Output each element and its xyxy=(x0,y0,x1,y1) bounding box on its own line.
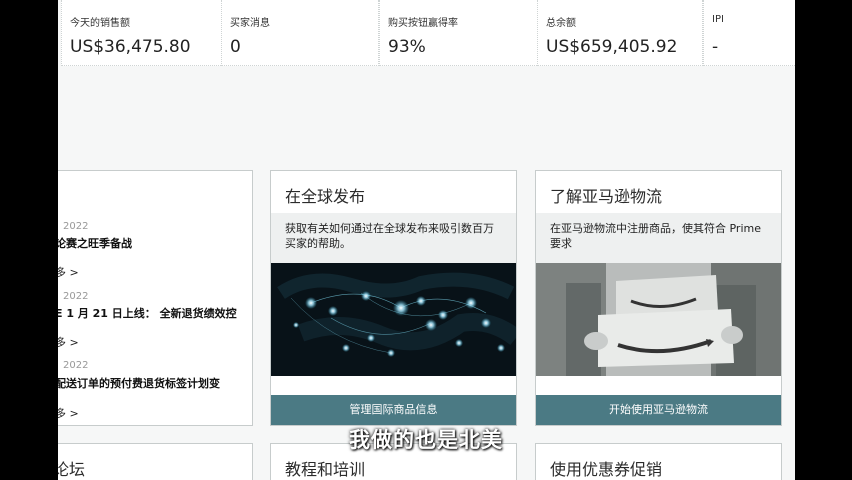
metric-total-balance[interactable]: 总余额 US$659,405.92 xyxy=(537,0,703,66)
card-title: 在全球发布 xyxy=(285,187,366,206)
metric-label: 今天的销售额 xyxy=(70,18,130,29)
metric-buy-box-rate[interactable]: 购买按钮赢得率 93% xyxy=(379,0,539,66)
metric-sales-today[interactable]: 今天的销售额 US$36,475.80 xyxy=(61,0,223,66)
news-title[interactable]: 论赛之旺季备战 xyxy=(58,235,132,251)
global-selling-card: 在全球发布 获取有关如何通过在全球发布来吸引数百万买家的帮助。 管理国际商品信息 xyxy=(270,170,517,426)
metric-ipi[interactable]: IPI - xyxy=(703,0,795,66)
news-title[interactable]: E 1 月 21 日上线： 全新退货绩效控 xyxy=(58,305,237,321)
card-title: 论坛 xyxy=(58,460,86,479)
news-more-link[interactable]: 多 > xyxy=(58,334,79,350)
news-card: 2022 论赛之旺季备战 多 > 2022 E 1 月 21 日上线： 全新退货… xyxy=(58,170,253,426)
card-title: 使用优惠券促销 xyxy=(550,460,663,479)
card-title: 教程和培训 xyxy=(285,460,366,479)
seller-central-page: 今天的销售额 US$36,475.80 买家消息 0 购买按钮赢得率 93% 总… xyxy=(58,0,795,480)
metric-value: - xyxy=(712,37,719,57)
metric-label: IPI xyxy=(712,14,724,25)
video-frame: 今天的销售额 US$36,475.80 买家消息 0 购买按钮赢得率 93% 总… xyxy=(0,0,852,480)
news-more-link[interactable]: 多 > xyxy=(58,264,79,280)
news-date: 2022 xyxy=(63,291,89,302)
manage-international-listings-button[interactable]: 管理国际商品信息 xyxy=(271,395,516,425)
metric-value: 93% xyxy=(388,37,426,57)
world-map-image xyxy=(271,263,516,376)
metric-value: US$659,405.92 xyxy=(546,37,678,57)
metric-buyer-messages[interactable]: 买家消息 0 xyxy=(221,0,379,66)
start-fba-button[interactable]: 开始使用亚马逊物流 xyxy=(536,395,781,425)
news-date: 2022 xyxy=(63,360,89,371)
metrics-bar: 今天的销售额 US$36,475.80 买家消息 0 购买按钮赢得率 93% 总… xyxy=(58,0,795,68)
amazon-boxes-image xyxy=(536,263,781,376)
metric-label: 购买按钮赢得率 xyxy=(388,18,458,29)
news-title[interactable]: 配送订单的预付费退货标签计划变 xyxy=(58,375,220,391)
card-description: 在亚马逊物流中注册商品，使其符合 Prime 要求 xyxy=(536,213,781,263)
metric-label: 买家消息 xyxy=(230,18,270,29)
card-title: 了解亚马逊物流 xyxy=(550,187,663,206)
metric-value: US$36,475.80 xyxy=(70,37,191,57)
news-date: 2022 xyxy=(63,221,89,232)
metric-label: 总余额 xyxy=(546,18,576,29)
news-more-link[interactable]: 多 > xyxy=(58,405,79,421)
video-subtitle: 我做的也是北美 xyxy=(349,428,503,452)
card-description: 获取有关如何通过在全球发布来吸引数百万买家的帮助。 xyxy=(271,213,516,263)
metric-value: 0 xyxy=(230,37,241,57)
fba-card: 了解亚马逊物流 在亚马逊物流中注册商品，使其符合 Prime 要求 开始使用亚马… xyxy=(535,170,782,426)
